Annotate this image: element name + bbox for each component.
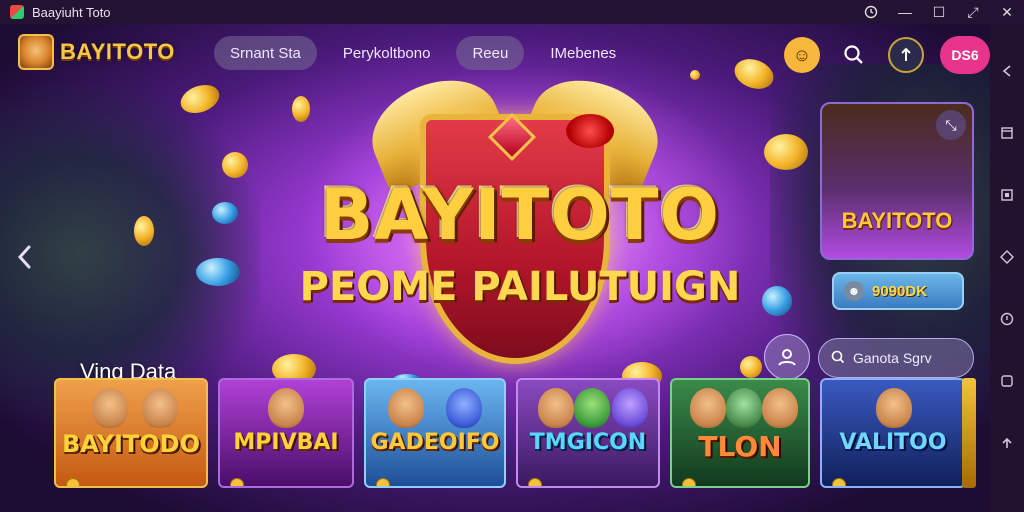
coin-icon[interactable]: ☺ bbox=[784, 37, 820, 73]
carousel-prev-button[interactable] bbox=[12, 244, 38, 270]
maximize-button[interactable]: ☐ bbox=[922, 0, 956, 24]
game-card[interactable]: TMGICON bbox=[516, 378, 660, 488]
chip-decoration bbox=[212, 202, 238, 224]
character-icon bbox=[142, 388, 178, 428]
coin-icon bbox=[682, 478, 696, 486]
game-card[interactable]: MPIVBAI bbox=[218, 378, 354, 488]
window-controls: — ☐ ⤢ ✕ bbox=[854, 0, 1024, 24]
coin-icon bbox=[832, 478, 846, 486]
character-icon bbox=[538, 388, 574, 428]
diamond-icon[interactable] bbox=[996, 246, 1018, 268]
clock-icon[interactable] bbox=[854, 0, 888, 24]
character-icon bbox=[574, 388, 610, 428]
game-card-title: TLON bbox=[698, 430, 782, 463]
close-button[interactable]: ✕ bbox=[990, 0, 1024, 24]
coin-decoration bbox=[134, 216, 154, 246]
game-cards: BAYITODO MPIVBAI GADEOIFO TMGICON TLON V… bbox=[54, 378, 976, 488]
expand-button[interactable]: ⤢ bbox=[956, 0, 990, 24]
balance-value: 9090DK bbox=[872, 282, 928, 300]
character-icon bbox=[690, 388, 726, 428]
hero-subtitle: PEOME PAILUTUIGN bbox=[299, 264, 741, 310]
search-input[interactable]: Ganota Sgrv bbox=[818, 338, 974, 378]
character-icon bbox=[612, 388, 648, 428]
user-icon[interactable] bbox=[888, 37, 924, 73]
coin-icon bbox=[230, 478, 244, 486]
hero-title: BAYITOTO bbox=[319, 174, 721, 256]
game-card-title: TMGICON bbox=[529, 430, 647, 455]
search-placeholder: Ganota Sgrv bbox=[853, 350, 932, 366]
character-icon bbox=[726, 388, 762, 428]
title-bar: Baayiuht Toto — ☐ ⤢ ✕ bbox=[0, 0, 1024, 24]
ribbon-bow-icon bbox=[566, 114, 614, 148]
chip-decoration bbox=[196, 258, 240, 286]
coin-decoration bbox=[222, 152, 248, 178]
game-card[interactable]: TLON bbox=[670, 378, 810, 488]
minimize-button[interactable]: — bbox=[888, 0, 922, 24]
coin-icon bbox=[528, 478, 542, 486]
game-card[interactable]: BAYITODO bbox=[54, 378, 208, 488]
game-card-title: MPIVBAI bbox=[233, 430, 339, 455]
character-icon bbox=[762, 388, 798, 428]
game-card-title: VALITOO bbox=[839, 430, 947, 455]
character-icon bbox=[388, 388, 424, 428]
character-icon bbox=[92, 388, 128, 428]
promo-card[interactable]: ⤡ BAYITOTO bbox=[820, 102, 974, 260]
next-card-edge[interactable] bbox=[962, 378, 976, 488]
coin-icon bbox=[376, 478, 390, 486]
character-icon bbox=[268, 388, 304, 428]
arrow-up-icon[interactable] bbox=[996, 432, 1018, 454]
game-card-title: GADEOIFO bbox=[370, 430, 500, 455]
game-card[interactable]: GADEOIFO bbox=[364, 378, 506, 488]
support-button[interactable] bbox=[764, 334, 810, 380]
balance-button[interactable]: ☻ 9090DK bbox=[832, 272, 964, 310]
cta-button[interactable]: DS6 bbox=[940, 36, 990, 74]
promo-logo-text: BAYITOTO bbox=[841, 208, 953, 233]
circle-icon[interactable] bbox=[996, 308, 1018, 330]
search-icon bbox=[831, 350, 845, 367]
square-icon[interactable] bbox=[996, 370, 1018, 392]
arrow-left-icon[interactable] bbox=[996, 60, 1018, 82]
top-icons: ☺ DS6 bbox=[784, 36, 990, 74]
character-icon bbox=[876, 388, 912, 428]
frame-icon[interactable] bbox=[996, 184, 1018, 206]
coin-icon bbox=[66, 478, 80, 486]
promo-expand-icon[interactable]: ⤡ bbox=[936, 110, 966, 140]
game-card[interactable]: VALITOO bbox=[820, 378, 966, 488]
tiger-logo-icon bbox=[18, 34, 54, 70]
wallet-icon: ☻ bbox=[844, 281, 864, 301]
game-card-title: BAYITODO bbox=[62, 430, 200, 458]
side-toolbar bbox=[990, 24, 1024, 512]
window-icon[interactable] bbox=[996, 122, 1018, 144]
character-icon bbox=[446, 388, 482, 428]
brand-logo[interactable]: BAYITOTO bbox=[18, 34, 175, 70]
search-icon[interactable] bbox=[836, 37, 872, 73]
coin-decoration bbox=[764, 134, 808, 170]
logo-text: BAYITOTO bbox=[60, 39, 175, 64]
window-title: Baayiuht Toto bbox=[32, 4, 111, 20]
app-icon bbox=[10, 5, 24, 19]
